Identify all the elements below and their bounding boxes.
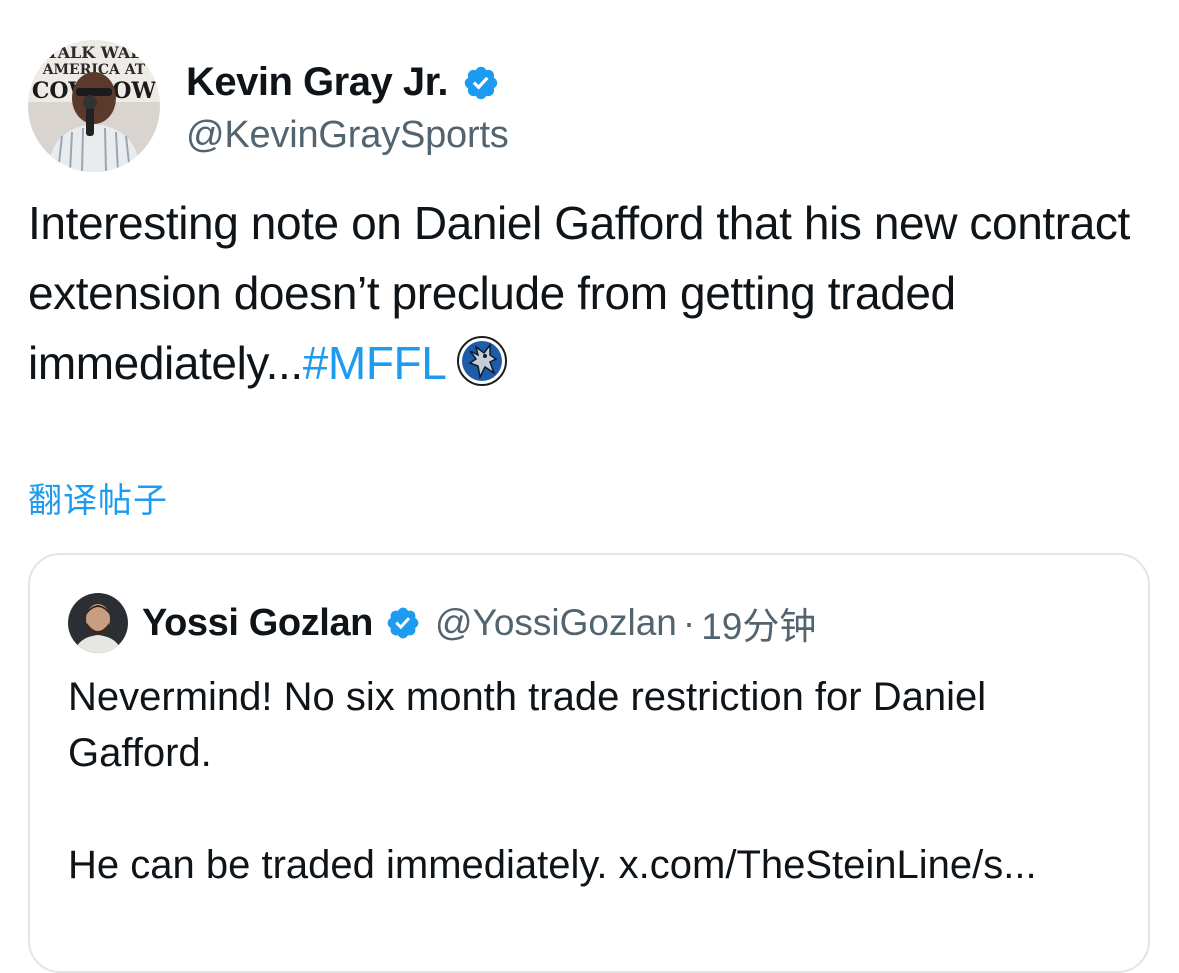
verified-badge-icon — [464, 66, 498, 99]
quoted-tweet-header: Yossi Gozlan @YossiGozlan · 19分钟 — [68, 593, 816, 653]
tweet-body-text: Interesting note on Daniel Gafford that … — [28, 197, 1130, 389]
author-avatar-image: TALK WAL AMERICA AT COWBOW — [28, 40, 160, 172]
quoted-avatar — [68, 593, 128, 653]
author-handle[interactable]: @KevinGraySports — [186, 114, 509, 157]
hashtag-link[interactable]: #MFFL — [303, 337, 447, 389]
quoted-paragraph-2: He can be traded immediately. x.com/TheS… — [68, 843, 1037, 887]
author-name-block: Kevin Gray Jr. @KevinGraySports — [186, 56, 509, 157]
dallas-mavericks-logo-icon — [457, 336, 508, 386]
tweet-author-row: TALK WAL AMERICA AT COWBOW Kevin Gray Jr… — [28, 40, 509, 172]
quoted-author-avatar-image — [68, 593, 128, 653]
quoted-paragraph-1: Nevermind! No six month trade restrictio… — [68, 675, 987, 775]
display-name-line: Kevin Gray Jr. — [186, 56, 509, 110]
quoted-verified-badge-icon — [387, 607, 419, 639]
translate-post-link[interactable]: 翻译帖子 — [28, 473, 168, 522]
svg-text:TALK WAL: TALK WAL — [47, 43, 142, 62]
author-display-name[interactable]: Kevin Gray Jr. — [186, 60, 449, 105]
separator-dot: · — [682, 602, 696, 643]
quoted-tweet-card[interactable]: Yossi Gozlan @YossiGozlan · 19分钟 Nevermi… — [28, 553, 1150, 973]
quoted-tweet-text: Nevermind! No six month trade restrictio… — [68, 669, 1128, 893]
quoted-author-handle[interactable]: @YossiGozlan — [435, 602, 677, 644]
avatar[interactable]: TALK WAL AMERICA AT COWBOW — [28, 40, 160, 172]
quoted-timestamp[interactable]: 19分钟 — [701, 596, 816, 650]
quoted-author-display-name[interactable]: Yossi Gozlan — [142, 602, 373, 645]
tweet-text: Interesting note on Daniel Gafford that … — [28, 188, 1158, 398]
